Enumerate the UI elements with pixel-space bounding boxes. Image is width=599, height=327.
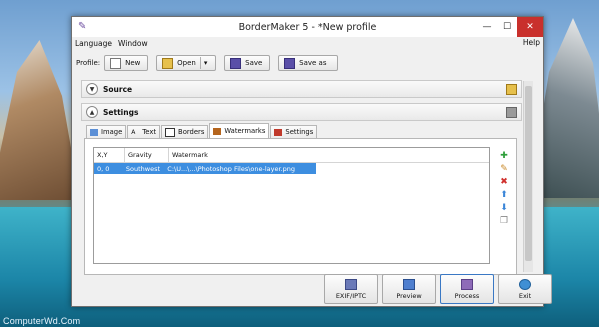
open-profile-button[interactable]: Open ▾ — [156, 55, 217, 71]
process-icon — [461, 278, 473, 290]
source-section-title: Source — [103, 84, 133, 94]
arrow-up-icon[interactable]: ⬆ — [499, 190, 509, 200]
table-header: X,Y Gravity Watermark — [94, 148, 489, 163]
power-icon — [519, 278, 531, 290]
preview-button[interactable]: Preview — [382, 274, 436, 304]
menu-window[interactable]: Window — [115, 39, 151, 48]
exif-iptc-button[interactable]: EXIF/IPTC — [324, 274, 378, 304]
floppy-disk-icon — [284, 57, 296, 69]
background-mountain-left — [0, 40, 80, 200]
stamp-icon — [213, 127, 222, 135]
arrow-down-icon[interactable]: ⬇ — [499, 203, 509, 213]
desktop-watermark-text: ComputerWd.Com — [3, 316, 81, 326]
image-icon — [90, 128, 98, 136]
new-profile-label: New — [125, 59, 141, 67]
app-icon: ✎ — [78, 21, 87, 32]
process-button[interactable]: Process — [440, 274, 494, 304]
settings-section-title: Settings — [103, 107, 139, 117]
tab-watermarks-label: Watermarks — [224, 127, 266, 135]
tab-borders-label: Borders — [178, 128, 205, 136]
toolbox-icon — [274, 128, 283, 136]
action-bar: EXIF/IPTC Preview Process Exit — [324, 274, 556, 304]
minimize-button[interactable]: — — [477, 17, 497, 37]
watermark-tools: ✚ ✎ ✖ ⬆ ⬇ ❐ — [498, 151, 510, 229]
menu-help[interactable]: Help — [523, 37, 540, 49]
chevron-down-icon[interactable]: ▼ — [86, 83, 98, 95]
dropdown-separator — [199, 57, 201, 69]
chevron-down-icon[interactable]: ▾ — [204, 59, 208, 67]
profile-toolbar: Profile: New Open ▾ Save Save as — [76, 55, 346, 71]
vertical-scrollbar[interactable] — [523, 81, 533, 272]
save-as-profile-button[interactable]: Save as — [278, 55, 339, 71]
keyboard-icon[interactable] — [506, 107, 517, 118]
watermarks-panel: X,Y Gravity Watermark 0, 0 Southwest C:\… — [84, 138, 517, 275]
scrollbar-thumb[interactable] — [525, 86, 532, 261]
exit-label: Exit — [518, 291, 532, 300]
column-header-xy[interactable]: X,Y — [94, 148, 125, 162]
column-header-gravity[interactable]: Gravity — [125, 148, 169, 162]
tab-image-label: Image — [101, 128, 123, 136]
new-document-icon — [110, 57, 122, 69]
exif-icon — [345, 278, 357, 290]
add-icon[interactable]: ✚ — [499, 151, 509, 161]
tab-text[interactable]: A Text — [127, 125, 161, 138]
copy-icon[interactable]: ❐ — [499, 216, 509, 226]
settings-section-header[interactable]: ▲ Settings — [81, 103, 522, 121]
table-row[interactable]: 0, 0 Southwest C:\U...\...\Photoshop Fil… — [94, 163, 316, 174]
cell-watermark: C:\U...\...\Photoshop Files\one-layer.pn… — [167, 164, 295, 173]
title-bar[interactable]: ✎ BorderMaker 5 - *New profile — ☐ ✕ — [72, 17, 543, 37]
cell-gravity: Southwest — [125, 164, 161, 173]
exif-iptc-label: EXIF/IPTC — [335, 291, 367, 300]
floppy-disk-icon — [230, 57, 242, 69]
save-profile-button[interactable]: Save — [224, 55, 271, 71]
profile-label: Profile: — [76, 59, 101, 67]
edit-pencil-icon[interactable]: ✎ — [499, 164, 509, 174]
source-section-header[interactable]: ▼ Source — [81, 80, 522, 98]
tab-settings[interactable]: Settings — [270, 125, 318, 138]
cell-xy: 0, 0 — [97, 164, 110, 173]
new-profile-button[interactable]: New — [104, 55, 149, 71]
window-title: BorderMaker 5 - *New profile — [238, 21, 377, 33]
exit-button[interactable]: Exit — [498, 274, 552, 304]
watermarks-table[interactable]: X,Y Gravity Watermark 0, 0 Southwest C:\… — [93, 147, 490, 264]
process-label: Process — [454, 291, 480, 300]
tab-watermarks[interactable]: Watermarks — [209, 123, 270, 138]
folder-icon[interactable] — [506, 84, 517, 95]
delete-icon[interactable]: ✖ — [499, 177, 509, 187]
preview-icon — [403, 278, 415, 290]
tab-text-label: Text — [142, 128, 157, 136]
open-profile-label: Open — [177, 59, 196, 67]
text-icon: A — [131, 128, 136, 136]
tab-image[interactable]: Image — [86, 125, 127, 138]
save-profile-label: Save — [245, 59, 263, 67]
tab-settings-label: Settings — [285, 128, 314, 136]
border-icon — [165, 127, 176, 137]
app-window: ✎ BorderMaker 5 - *New profile — ☐ ✕ Lan… — [71, 16, 552, 307]
close-button[interactable]: ✕ — [517, 17, 543, 37]
window-controls: — ☐ ✕ — [477, 17, 543, 37]
chevron-up-icon[interactable]: ▲ — [86, 106, 98, 118]
column-header-watermark[interactable]: Watermark — [169, 148, 327, 162]
save-as-profile-label: Save as — [299, 59, 327, 67]
folder-icon — [162, 57, 174, 69]
maximize-button[interactable]: ☐ — [497, 17, 517, 37]
menu-language[interactable]: Language — [72, 39, 115, 48]
menu-bar: Language Window Help — [72, 37, 543, 49]
settings-tabs: Image A Text Borders Watermarks Settings — [86, 123, 318, 138]
preview-label: Preview — [396, 291, 422, 300]
tab-borders[interactable]: Borders — [161, 125, 209, 138]
